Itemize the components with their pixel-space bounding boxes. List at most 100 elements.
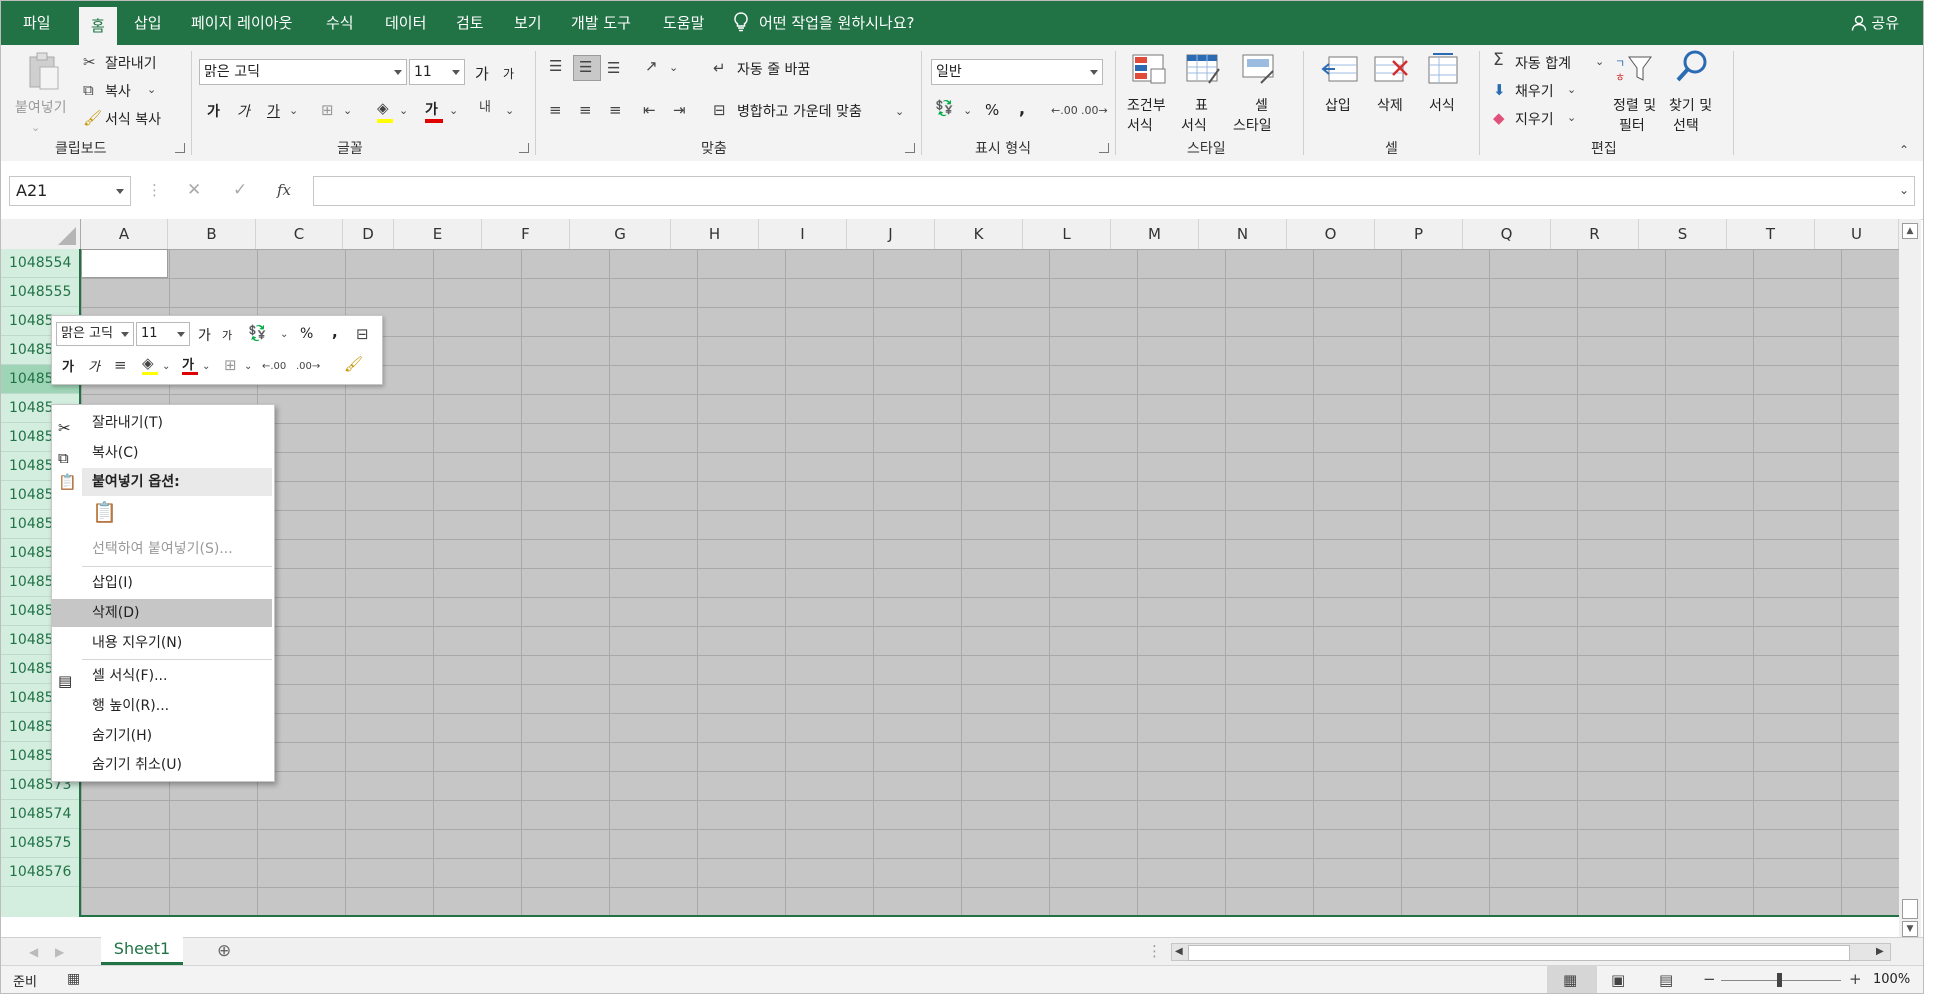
merge-center-button[interactable]: 병합하고 가운데 맞춤 — [737, 101, 862, 121]
copy-button[interactable]: 복사 — [105, 81, 131, 101]
sort-filter-button[interactable]: 정렬 및 — [1613, 95, 1656, 115]
menu-item-clear-contents[interactable]: 내용 지우기(N) — [52, 629, 272, 657]
mini-font-color[interactable]: 가 — [182, 354, 194, 373]
confirm-entry-button[interactable]: ✓ — [233, 181, 247, 199]
column-header[interactable]: B — [168, 219, 256, 249]
format-cells-button[interactable]: 서식 — [1429, 95, 1455, 115]
align-center-icon[interactable]: ≡ — [114, 356, 127, 374]
menu-item-insert[interactable]: 삽입(I) — [52, 569, 272, 597]
autosum-button[interactable]: 자동 합계 — [1515, 53, 1571, 73]
align-right-icon[interactable]: ≡ — [609, 101, 622, 119]
row-header[interactable]: 1048575 — [1, 829, 79, 858]
vertical-scrollbar[interactable]: ▲ ▼ — [1899, 219, 1921, 937]
select-all-button[interactable] — [1, 219, 81, 249]
accounting-format-icon[interactable]: 💱 — [248, 324, 267, 342]
borders-icon[interactable]: ⊞ — [224, 356, 237, 374]
font-size-combo[interactable]: 11 — [409, 59, 465, 85]
row-header[interactable]: 1048574 — [1, 800, 79, 829]
column-header[interactable]: G — [570, 219, 671, 249]
row-header[interactable]: 1048555 — [1, 278, 79, 307]
mini-percent[interactable]: % — [300, 326, 313, 342]
increase-decimal-icon[interactable]: ←.00 — [1051, 102, 1078, 120]
column-header[interactable]: J — [847, 219, 935, 249]
column-header[interactable]: N — [1199, 219, 1287, 249]
split-handle-icon[interactable]: ⋮ — [1147, 942, 1162, 960]
font-name-combo[interactable]: 맑은 고딕 — [199, 59, 407, 85]
column-header[interactable]: I — [759, 219, 847, 249]
dialog-launcher-icon[interactable] — [175, 143, 185, 153]
decrease-indent-icon[interactable]: ⇤ — [643, 101, 656, 119]
column-header[interactable]: P — [1375, 219, 1463, 249]
orientation-icon[interactable]: ↗ — [645, 57, 658, 75]
menu-item-format-cells[interactable]: ▤ 셀 서식(F)... — [52, 662, 272, 690]
column-header[interactable]: C — [256, 219, 343, 249]
mini-bold[interactable]: 가 — [62, 356, 74, 375]
increase-decimal-icon[interactable]: ←.00 — [262, 358, 286, 376]
mini-grow-font[interactable]: 가 — [198, 325, 211, 345]
find-select-button[interactable]: 찾기 및 — [1669, 95, 1712, 115]
cell-styles-button[interactable]: 셀 — [1255, 95, 1268, 115]
insert-cells-button[interactable]: 삽입 — [1325, 95, 1351, 115]
align-center-icon[interactable]: ≡ — [579, 101, 592, 119]
mini-shrink-font[interactable]: 가 — [222, 327, 232, 343]
macro-record-icon[interactable]: ▦ — [67, 970, 80, 988]
column-header[interactable]: R — [1551, 219, 1639, 249]
number-format-combo[interactable]: 일반 — [931, 59, 1103, 85]
add-sheet-icon[interactable]: ⊕ — [217, 942, 231, 960]
zoom-slider-thumb[interactable] — [1777, 973, 1782, 987]
zoom-out-button[interactable]: − — [1703, 970, 1716, 988]
zoom-level[interactable]: 100% — [1873, 972, 1910, 987]
horizontal-scrollbar[interactable]: ◀ ▶ — [1171, 943, 1891, 961]
clear-button[interactable]: 지우기 — [1515, 109, 1554, 129]
tab-developer[interactable]: 개발 도구 — [571, 1, 631, 45]
table-format-button[interactable]: 표 — [1195, 95, 1208, 115]
column-header[interactable]: F — [482, 219, 570, 249]
shrink-font-button[interactable]: 가 — [503, 65, 514, 82]
borders-icon[interactable]: ⊞ — [321, 101, 334, 119]
align-top-icon[interactable]: ☰ — [549, 57, 562, 75]
zoom-in-button[interactable]: + — [1849, 970, 1862, 988]
merge-cells-icon[interactable]: ⊟ — [356, 325, 369, 343]
align-bottom-icon[interactable]: ☰ — [607, 59, 620, 77]
tab-home[interactable]: 홈 — [79, 7, 117, 45]
tab-formulas[interactable]: 수식 — [326, 1, 354, 45]
fill-color-icon[interactable]: ◈ — [142, 354, 154, 372]
delete-cells-button[interactable]: 삭제 — [1377, 95, 1403, 115]
italic-button[interactable]: 가 — [237, 101, 250, 121]
comma-style-button[interactable]: , — [1019, 99, 1025, 118]
mini-font-combo[interactable]: 맑은 고딕 — [56, 322, 134, 346]
mini-italic[interactable]: 가 — [88, 356, 100, 375]
page-layout-view-icon[interactable]: ▣ — [1611, 971, 1625, 989]
fill-color-icon[interactable]: ◈ — [377, 99, 389, 117]
column-header[interactable]: U — [1815, 219, 1899, 249]
column-header[interactable]: M — [1111, 219, 1199, 249]
dialog-launcher-icon[interactable] — [519, 143, 529, 153]
menu-item-hide[interactable]: 숨기기(H) — [52, 722, 272, 750]
align-middle-button[interactable]: ☰ — [573, 55, 601, 81]
underline-button[interactable]: 가 — [267, 101, 280, 121]
column-header[interactable]: L — [1023, 219, 1111, 249]
column-header[interactable]: D — [343, 219, 394, 249]
dialog-launcher-icon[interactable] — [905, 143, 915, 153]
column-header[interactable]: Q — [1463, 219, 1551, 249]
more-options-icon[interactable]: ⋮ — [147, 181, 162, 199]
column-header[interactable]: T — [1727, 219, 1815, 249]
column-header[interactable]: O — [1287, 219, 1375, 249]
font-color-button[interactable]: 가 — [425, 99, 438, 119]
conditional-format-button[interactable]: 조건부 — [1127, 95, 1166, 115]
fill-button[interactable]: 채우기 — [1515, 81, 1554, 101]
dialog-launcher-icon[interactable] — [1099, 143, 1109, 153]
phonetic-icon[interactable]: 내 — [479, 99, 491, 117]
grow-font-button[interactable]: 가 — [475, 63, 489, 84]
scroll-down-icon[interactable]: ▼ — [1902, 921, 1918, 937]
tab-view[interactable]: 보기 — [514, 1, 542, 45]
row-header[interactable]: 1048576 — [1, 858, 79, 887]
wrap-text-button[interactable]: 자동 줄 바꿈 — [737, 59, 810, 79]
menu-item-unhide[interactable]: 숨기기 취소(U) — [52, 751, 272, 779]
column-header[interactable]: S — [1639, 219, 1727, 249]
tab-help[interactable]: 도움말 — [663, 1, 704, 45]
scroll-left-icon[interactable]: ◀ — [1175, 943, 1183, 961]
formula-input[interactable] — [313, 176, 1915, 206]
column-header[interactable]: K — [935, 219, 1023, 249]
tab-file[interactable]: 파일 — [23, 1, 51, 45]
